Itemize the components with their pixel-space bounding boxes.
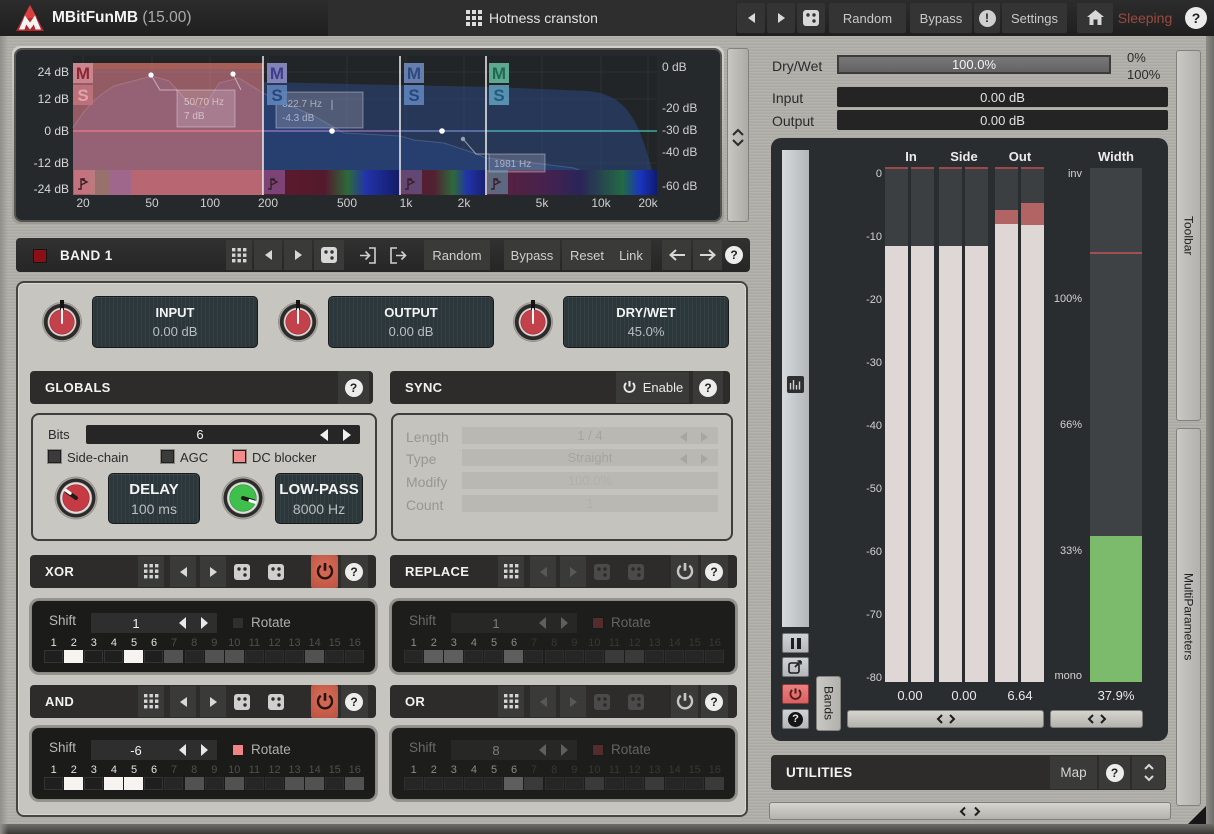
svg-text:M: M: [76, 64, 90, 83]
svg-text:7 dB: 7 dB: [184, 111, 205, 122]
svg-text:S: S: [493, 86, 504, 105]
svg-text:622.7 Hz: 622.7 Hz: [282, 99, 322, 110]
svg-text:M: M: [492, 64, 506, 83]
svg-text:0 dB: 0 dB: [662, 60, 687, 74]
svg-text:100: 100: [200, 196, 220, 210]
svg-text:5k: 5k: [536, 196, 550, 210]
svg-text:20k: 20k: [638, 196, 658, 210]
svg-text:1981 Hz: 1981 Hz: [494, 159, 531, 170]
svg-text:-4.3 dB: -4.3 dB: [282, 113, 315, 124]
svg-text:S: S: [271, 86, 282, 105]
svg-text:-60 dB: -60 dB: [662, 179, 697, 193]
svg-text:S: S: [77, 86, 88, 105]
svg-text:-12 dB: -12 dB: [34, 156, 69, 170]
svg-text:S: S: [408, 86, 419, 105]
svg-text:200: 200: [258, 196, 278, 210]
svg-text:1k: 1k: [400, 196, 414, 210]
svg-text:-40 dB: -40 dB: [662, 145, 697, 159]
svg-text:500: 500: [337, 196, 357, 210]
svg-text:50: 50: [145, 196, 159, 210]
svg-text:20: 20: [76, 196, 90, 210]
svg-text:24 dB: 24 dB: [38, 65, 69, 79]
svg-text:12 dB: 12 dB: [38, 92, 69, 106]
svg-text:0 dB: 0 dB: [44, 124, 69, 138]
svg-text:M: M: [270, 64, 284, 83]
svg-text:-30 dB: -30 dB: [662, 123, 697, 137]
svg-text:50/70 Hz: 50/70 Hz: [184, 97, 224, 108]
svg-text:-20 dB: -20 dB: [662, 101, 697, 115]
svg-text:M: M: [407, 64, 421, 83]
svg-text:10k: 10k: [591, 196, 611, 210]
svg-text:2k: 2k: [458, 196, 472, 210]
svg-text:-24 dB: -24 dB: [34, 182, 69, 196]
